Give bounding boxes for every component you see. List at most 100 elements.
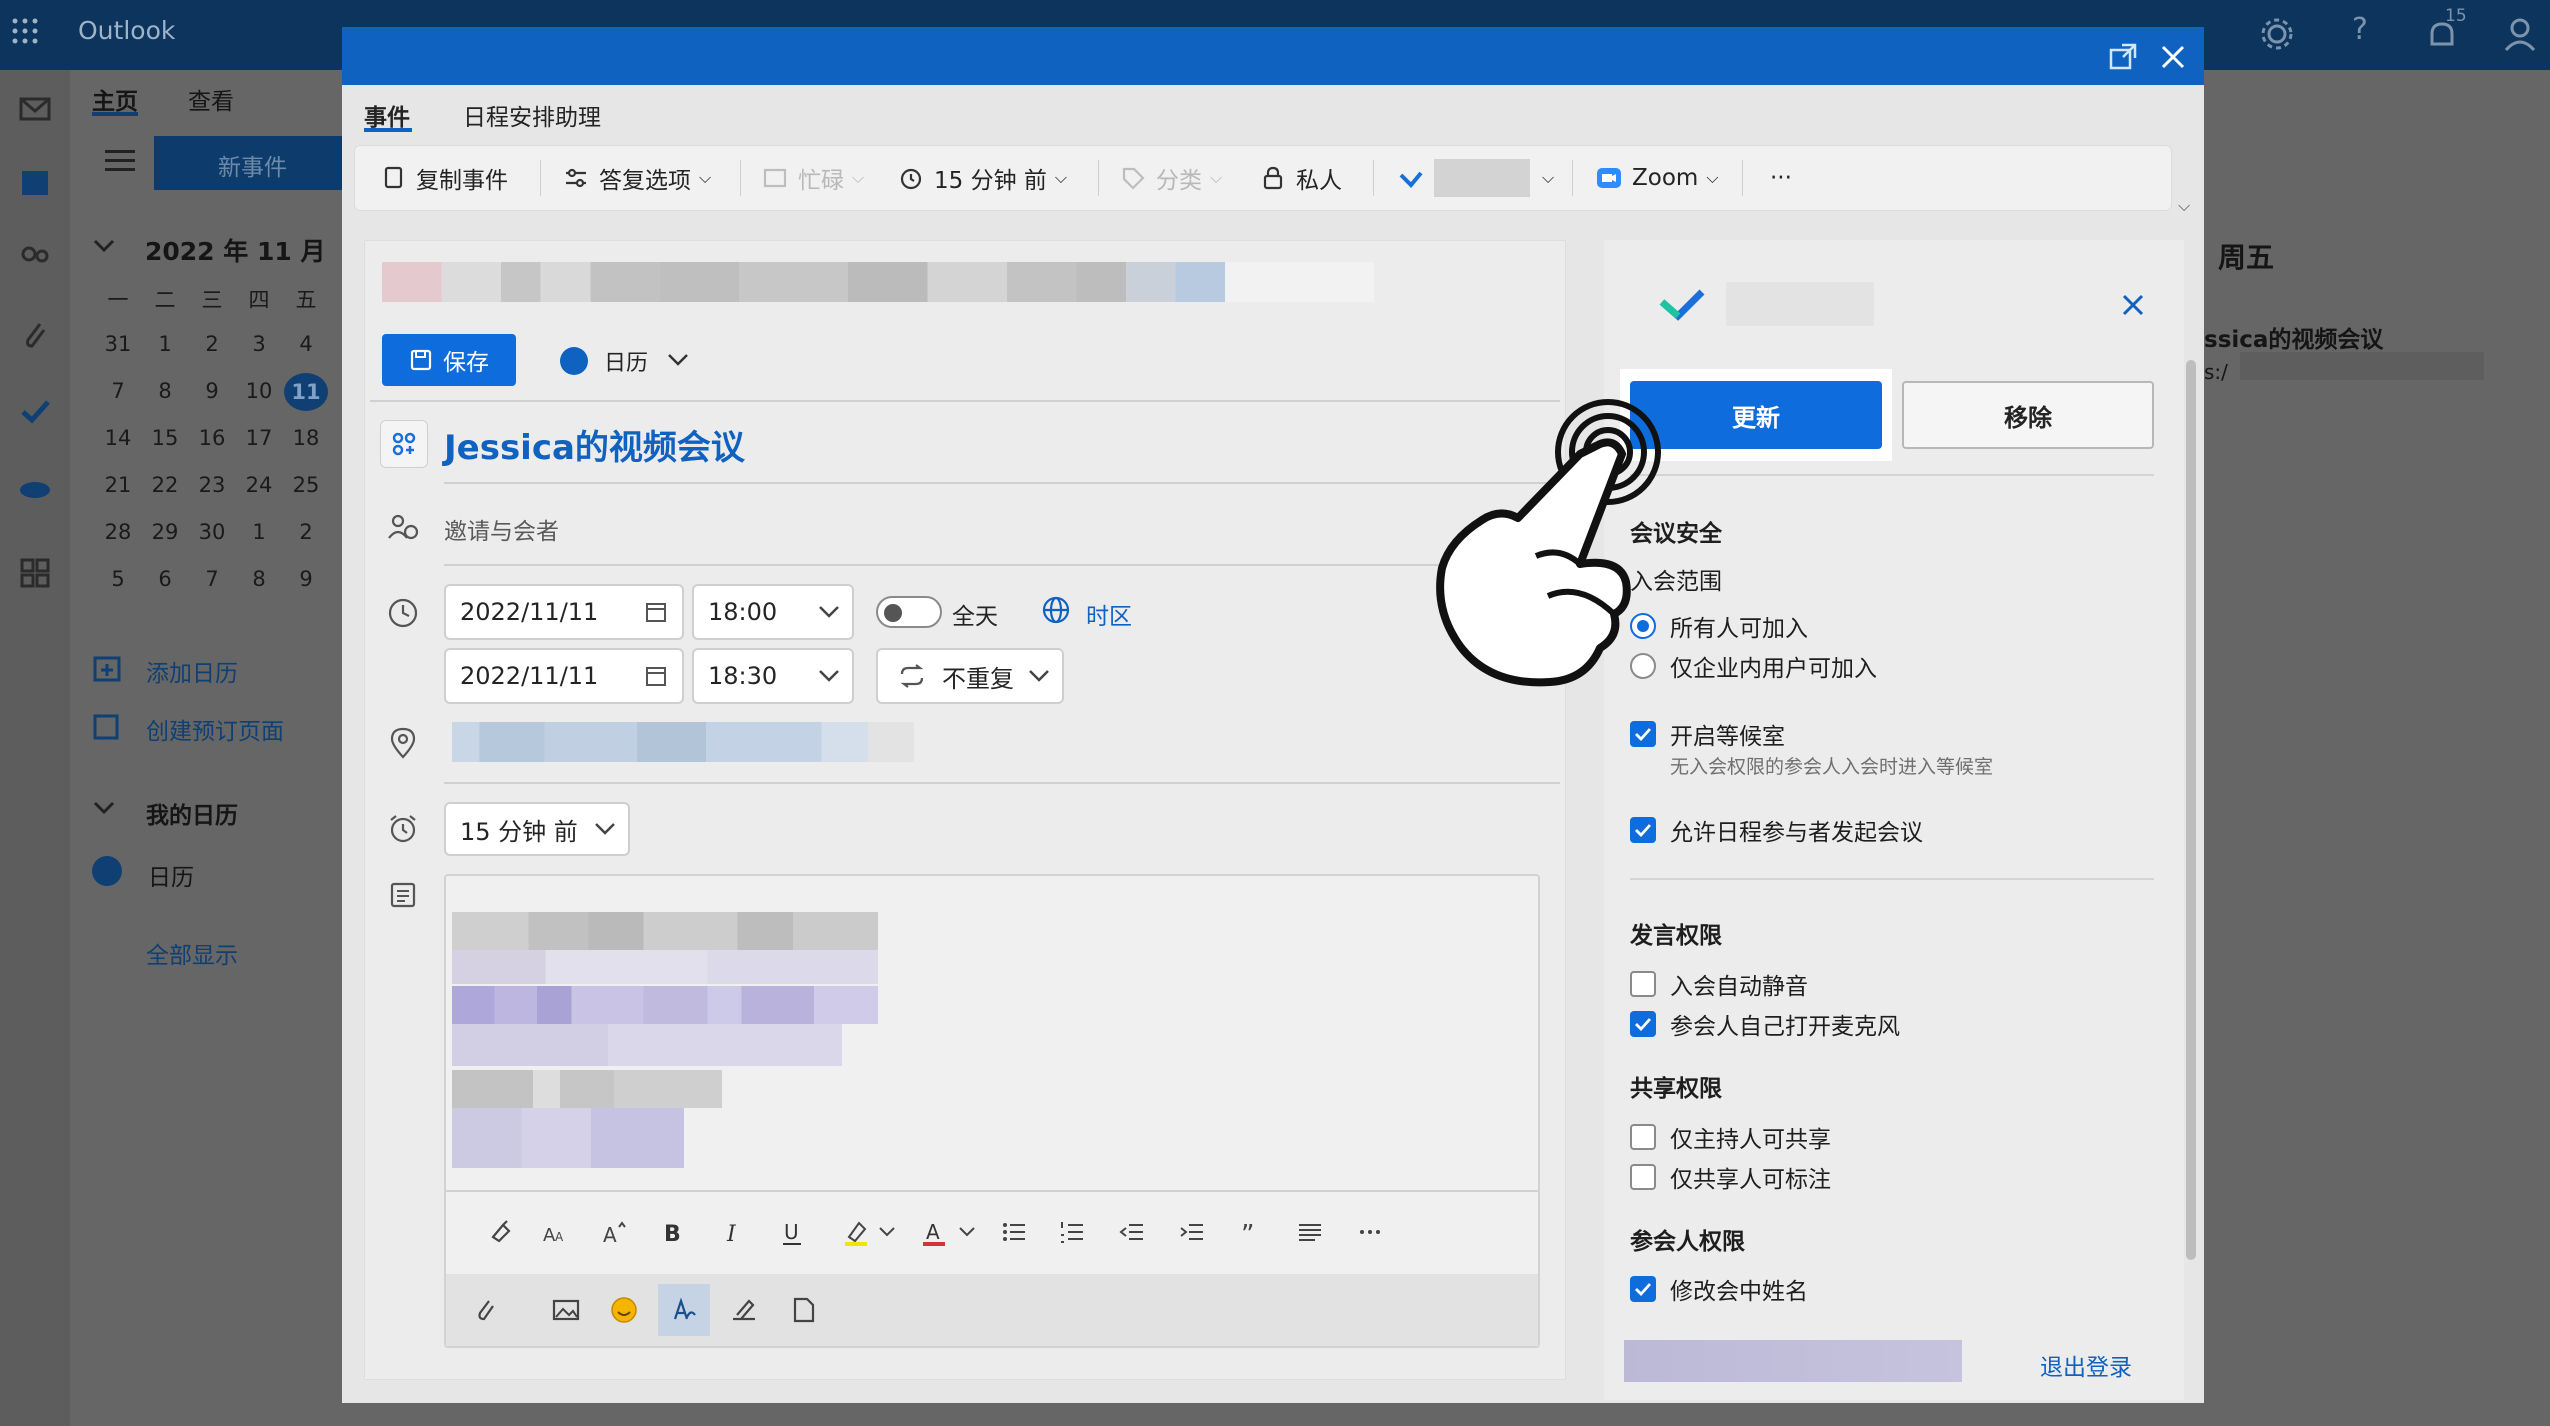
help-icon[interactable]: ? — [2340, 12, 2380, 56]
bold-icon[interactable]: B — [652, 1212, 692, 1252]
calendar-day[interactable]: 6 — [143, 567, 187, 591]
font-color-icon[interactable]: A — [914, 1212, 954, 1252]
bullets-icon[interactable] — [994, 1212, 1034, 1252]
close-dialog-icon[interactable] — [2158, 42, 2188, 72]
chevron-down-icon[interactable] — [92, 236, 116, 256]
calendar-list-item[interactable]: 日历 — [148, 858, 194, 892]
categorize-button[interactable]: 分类 ⌵ — [1120, 158, 1222, 198]
calendar-day[interactable]: 29 — [143, 520, 187, 544]
end-date-field[interactable]: 2022/11/11 — [444, 648, 684, 704]
chevron-down-icon[interactable] — [666, 350, 690, 370]
calendar-day-today[interactable]: 11 — [284, 373, 328, 411]
font-size-icon[interactable]: AA — [534, 1212, 574, 1252]
image-icon[interactable] — [546, 1290, 586, 1330]
start-date-field[interactable]: 2022/11/11 — [444, 584, 684, 640]
calendar-checked-icon[interactable] — [92, 856, 122, 886]
profile-icon[interactable] — [2498, 12, 2542, 56]
response-options-button[interactable]: 答复选项 ⌵ — [563, 158, 711, 198]
app-launcher-icon[interactable] — [10, 16, 40, 46]
checkbox-auto-mute[interactable]: 入会自动静音 — [1630, 967, 1808, 1001]
invite-attendees-input[interactable]: 邀请与会者 — [444, 512, 559, 546]
popout-icon[interactable] — [2108, 42, 2138, 72]
tab-event[interactable]: 事件 — [364, 98, 410, 132]
loop-icon[interactable] — [784, 1290, 824, 1330]
italic-icon[interactable]: I — [712, 1212, 752, 1252]
more-options-button[interactable]: ··· — [1770, 158, 1792, 198]
underline-icon[interactable]: U — [772, 1212, 812, 1252]
calendar-day[interactable]: 9 — [190, 379, 234, 403]
all-day-toggle[interactable] — [876, 596, 942, 628]
align-icon[interactable] — [1290, 1212, 1330, 1252]
editor-icon[interactable] — [658, 1284, 710, 1336]
checkbox-sharer-annotate[interactable]: 仅共享人可标注 — [1630, 1160, 1831, 1194]
onedrive-icon[interactable] — [14, 466, 56, 508]
ribbon-tab-home[interactable]: 主页 — [92, 82, 138, 116]
calendar-day[interactable]: 8 — [143, 379, 187, 403]
attachment-icon[interactable] — [14, 314, 56, 356]
calendar-icon[interactable] — [14, 162, 56, 204]
addin-button[interactable]: ⌵ — [1398, 158, 1554, 198]
calendar-day[interactable]: 2 — [190, 332, 234, 356]
calendar-day[interactable]: 7 — [190, 567, 234, 591]
event-preview-title[interactable]: ssica的视频会议 — [2204, 320, 2383, 354]
calendar-day[interactable]: 10 — [237, 379, 281, 403]
globe-icon[interactable] — [1040, 594, 1072, 626]
calendar-day[interactable]: 15 — [143, 426, 187, 450]
attach-icon[interactable] — [466, 1290, 506, 1330]
checkbox-host-share[interactable]: 仅主持人可共享 — [1630, 1120, 1831, 1154]
logout-link[interactable]: 退出登录 — [2040, 1348, 2132, 1382]
timezone-link[interactable]: 时区 — [1086, 597, 1132, 631]
calendar-day[interactable]: 30 — [190, 520, 234, 544]
todo-icon[interactable] — [14, 390, 56, 432]
ribbon-tab-view[interactable]: 查看 — [188, 82, 234, 116]
tab-scheduling-assistant[interactable]: 日程安排助理 — [463, 98, 601, 132]
end-time-field[interactable]: 18:30 — [692, 648, 854, 704]
close-panel-icon[interactable] — [2118, 290, 2148, 320]
settings-icon[interactable] — [2255, 12, 2299, 56]
more-format-icon[interactable] — [1350, 1212, 1390, 1252]
checkbox-waiting-room[interactable]: 开启等候室 — [1630, 717, 1785, 751]
calendar-day[interactable]: 5 — [96, 567, 140, 591]
panel-scrollbar[interactable] — [2186, 360, 2196, 1260]
chevron-down-icon[interactable] — [876, 1212, 898, 1252]
emoji-icon[interactable] — [604, 1290, 644, 1330]
remove-button[interactable]: 移除 — [1902, 381, 2154, 449]
repeat-select[interactable]: 不重复 — [876, 648, 1064, 704]
show-all-link[interactable]: 全部显示 — [146, 936, 238, 970]
checkbox-self-unmute[interactable]: 参会人自己打开麦克风 — [1630, 1007, 1900, 1041]
mail-icon[interactable] — [14, 88, 56, 130]
calendar-day[interactable]: 28 — [96, 520, 140, 544]
highlight-icon[interactable] — [836, 1212, 876, 1252]
reminder-select[interactable]: 15 分钟 前 — [444, 802, 630, 856]
calendar-day[interactable]: 24 — [237, 473, 281, 497]
calendar-day[interactable]: 1 — [143, 332, 187, 356]
calendar-day[interactable]: 3 — [237, 332, 281, 356]
calendar-day[interactable]: 7 — [96, 379, 140, 403]
calendar-day[interactable]: 23 — [190, 473, 234, 497]
add-calendar-link[interactable]: 添加日历 — [146, 654, 238, 688]
chevron-down-icon[interactable]: ⌵ — [2178, 196, 2190, 216]
numbering-icon[interactable] — [1052, 1212, 1092, 1252]
calendar-day[interactable]: 31 — [96, 332, 140, 356]
grow-font-icon[interactable]: A — [594, 1212, 634, 1252]
calendar-day[interactable]: 2 — [284, 520, 328, 544]
calendar-day[interactable]: 21 — [96, 473, 140, 497]
event-title[interactable]: Jessica的视频会议 — [444, 420, 745, 469]
signature-icon[interactable] — [724, 1290, 764, 1330]
quote-icon[interactable]: ” — [1230, 1212, 1270, 1252]
calendar-day[interactable]: 1 — [237, 520, 281, 544]
calendar-day[interactable]: 18 — [284, 426, 328, 450]
busy-status-button[interactable]: 忙碌 ⌵ — [762, 158, 864, 198]
calendar-day[interactable]: 9 — [284, 567, 328, 591]
hamburger-icon[interactable] — [105, 148, 135, 172]
zoom-button[interactable]: Zoom ⌵ — [1596, 158, 1718, 198]
checkbox-rename[interactable]: 修改会中姓名 — [1630, 1272, 1808, 1306]
chevron-down-icon[interactable] — [956, 1212, 978, 1252]
save-button[interactable]: 保存 — [382, 334, 516, 386]
copy-event-button[interactable]: 复制事件 — [380, 158, 508, 198]
calendar-day[interactable]: 17 — [237, 426, 281, 450]
calendar-day[interactable]: 25 — [284, 473, 328, 497]
people-icon[interactable] — [14, 238, 56, 280]
calendar-day[interactable]: 8 — [237, 567, 281, 591]
create-booking-link[interactable]: 创建预订页面 — [146, 712, 284, 746]
